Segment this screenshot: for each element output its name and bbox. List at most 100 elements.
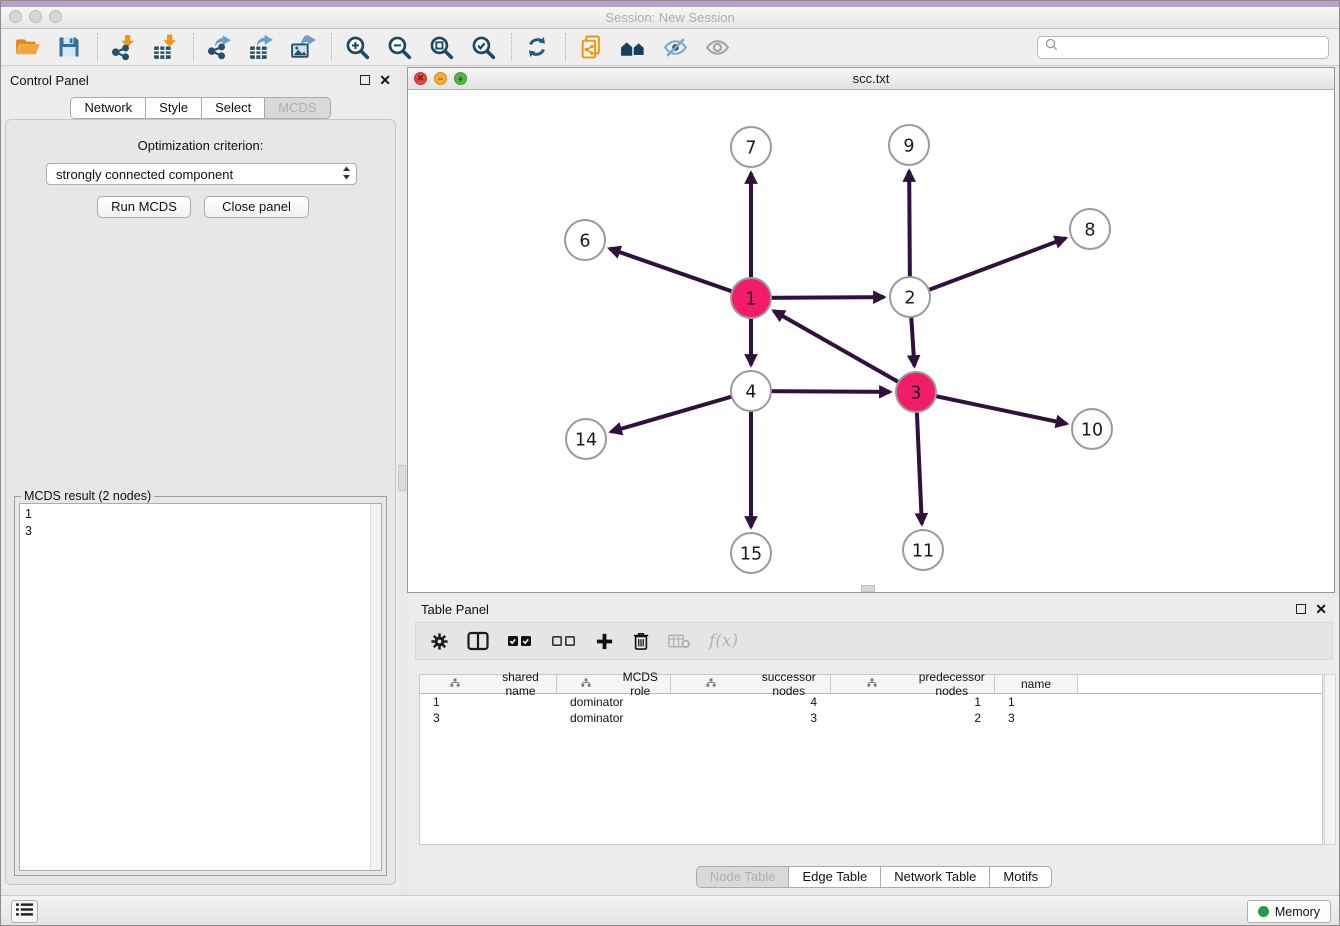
select-all-checkboxes-icon[interactable] — [507, 634, 533, 648]
search-field[interactable] — [1037, 36, 1329, 59]
table-row[interactable]: 3dominator323 — [420, 710, 1322, 726]
show-columns-icon[interactable] — [467, 631, 489, 651]
node-label: 9 — [903, 136, 914, 156]
new-network-from-selection-icon[interactable] — [575, 31, 607, 63]
column-header-predecessor-nodes[interactable]: predecessor nodes — [831, 675, 995, 693]
edge-2-8[interactable] — [910, 238, 1066, 297]
zoom-fit-content-icon[interactable] — [425, 31, 457, 63]
node-9[interactable]: 9 — [889, 125, 929, 165]
attribute-icon — [563, 677, 617, 691]
control-panel-tabs: NetworkStyleSelectMCDS — [1, 97, 400, 119]
table-options-icon[interactable] — [430, 632, 449, 651]
open-session-icon[interactable] — [11, 31, 43, 63]
node-label: 1 — [745, 289, 756, 309]
table-scrollbar[interactable] — [1324, 674, 1336, 845]
toolbar-separator — [565, 33, 566, 61]
mcds-result-line: 1 — [25, 506, 376, 523]
edge-3-1[interactable] — [774, 311, 916, 392]
tab-motifs[interactable]: Motifs — [989, 866, 1052, 888]
table-cell[interactable]: 3 — [420, 710, 557, 726]
export-image-icon[interactable] — [287, 31, 319, 63]
column-header-name[interactable]: name — [995, 675, 1078, 693]
toolbar-separator — [193, 33, 194, 61]
table-cell[interactable]: 1 — [995, 694, 1078, 710]
column-header-mcds-role[interactable]: MCDS role — [557, 675, 671, 693]
tab-node-table[interactable]: Node Table — [696, 866, 790, 888]
import-network-icon[interactable] — [107, 31, 139, 63]
column-header-successor-nodes[interactable]: successor nodes — [671, 675, 831, 693]
float-table-panel-icon[interactable] — [1296, 604, 1306, 614]
tab-select[interactable]: Select — [201, 97, 265, 119]
table-cell[interactable]: dominator — [557, 710, 671, 726]
deselect-all-checkboxes-icon[interactable] — [551, 634, 577, 648]
divider-grip[interactable] — [861, 585, 875, 592]
add-row-icon[interactable] — [595, 632, 614, 651]
tab-edge-table[interactable]: Edge Table — [788, 866, 881, 888]
tab-network[interactable]: Network — [70, 97, 146, 119]
node-4[interactable]: 4 — [731, 371, 771, 411]
node-2[interactable]: 2 — [890, 277, 930, 317]
table-cell[interactable]: 4 — [671, 694, 831, 710]
table-cell[interactable]: 1 — [831, 694, 995, 710]
export-network-icon[interactable] — [203, 31, 235, 63]
table-cell[interactable]: dominator — [557, 694, 671, 710]
node-3[interactable]: 3 — [896, 372, 936, 412]
edge-3-10[interactable] — [916, 392, 1067, 424]
run-mcds-button[interactable]: Run MCDS — [97, 196, 191, 218]
node-8[interactable]: 8 — [1070, 209, 1110, 249]
show-network-overview-icon[interactable] — [617, 31, 649, 63]
task-history-button[interactable] — [11, 900, 38, 923]
table-cell[interactable]: 2 — [831, 710, 995, 726]
network-canvas[interactable]: 7 9 6 8 1 2 4 3 14 10 15 11 — [408, 90, 1334, 592]
node-table: shared nameMCDS rolesuccessor nodesprede… — [419, 674, 1323, 845]
table-cell[interactable]: 3 — [671, 710, 831, 726]
save-session-icon[interactable] — [53, 31, 85, 63]
node-14[interactable]: 14 — [566, 419, 606, 459]
node-1[interactable]: 1 — [731, 278, 771, 318]
delete-row-icon[interactable] — [632, 631, 650, 651]
zoom-selected-icon[interactable] — [467, 31, 499, 63]
column-header-shared-name[interactable]: shared name — [420, 675, 557, 693]
column-header-label: name — [1001, 677, 1077, 691]
close-panel-button[interactable]: Close panel — [204, 196, 309, 218]
toolbar-separator — [331, 33, 332, 61]
network-window-titlebar[interactable]: ✕ − + scc.txt — [408, 68, 1334, 90]
mcds-result-textarea[interactable]: 13 — [19, 503, 382, 871]
export-table-icon[interactable] — [245, 31, 277, 63]
tab-network-table[interactable]: Network Table — [880, 866, 990, 888]
node-6[interactable]: 6 — [565, 220, 605, 260]
import-table-icon[interactable] — [149, 31, 181, 63]
edge-1-6[interactable] — [610, 249, 751, 298]
search-input[interactable] — [1063, 40, 1321, 54]
table-cell[interactable]: 3 — [995, 710, 1078, 726]
attribute-icon — [426, 677, 491, 691]
memory-button[interactable]: Memory — [1247, 900, 1331, 923]
zoom-out-icon[interactable] — [383, 31, 415, 63]
apply-preferred-layout-icon[interactable] — [521, 31, 553, 63]
hide-selected-icon[interactable] — [659, 31, 691, 63]
float-panel-icon[interactable] — [360, 75, 370, 85]
list-icon — [15, 902, 34, 922]
node-label: 3 — [910, 383, 921, 403]
edge-4-14[interactable] — [611, 391, 751, 432]
show-all-icon[interactable] — [701, 31, 733, 63]
node-label: 6 — [579, 231, 590, 251]
close-table-panel-icon[interactable]: ✕ — [1315, 604, 1327, 614]
tab-style[interactable]: Style — [145, 97, 202, 119]
node-7[interactable]: 7 — [731, 127, 771, 167]
node-15[interactable]: 15 — [731, 533, 771, 573]
criterion-dropdown[interactable]: strongly connected component — [46, 163, 357, 185]
split-pane-handle[interactable] — [398, 465, 406, 491]
node-10[interactable]: 10 — [1072, 409, 1112, 449]
close-panel-icon[interactable]: ✕ — [379, 75, 391, 85]
zoom-in-icon[interactable] — [341, 31, 373, 63]
network-graph[interactable]: 7 9 6 8 1 2 4 3 14 10 15 11 — [408, 90, 1334, 592]
node-11[interactable]: 11 — [903, 530, 943, 570]
mcds-result-lines: 13 — [20, 504, 381, 542]
result-scrollbar[interactable] — [370, 504, 381, 870]
tab-mcds[interactable]: MCDS — [264, 97, 330, 119]
table-row[interactable]: 1dominator411 — [420, 694, 1322, 710]
table-panel-header: Table Panel ✕ — [407, 596, 1340, 622]
table-cell[interactable]: 1 — [420, 694, 557, 710]
node-label: 4 — [745, 382, 756, 402]
